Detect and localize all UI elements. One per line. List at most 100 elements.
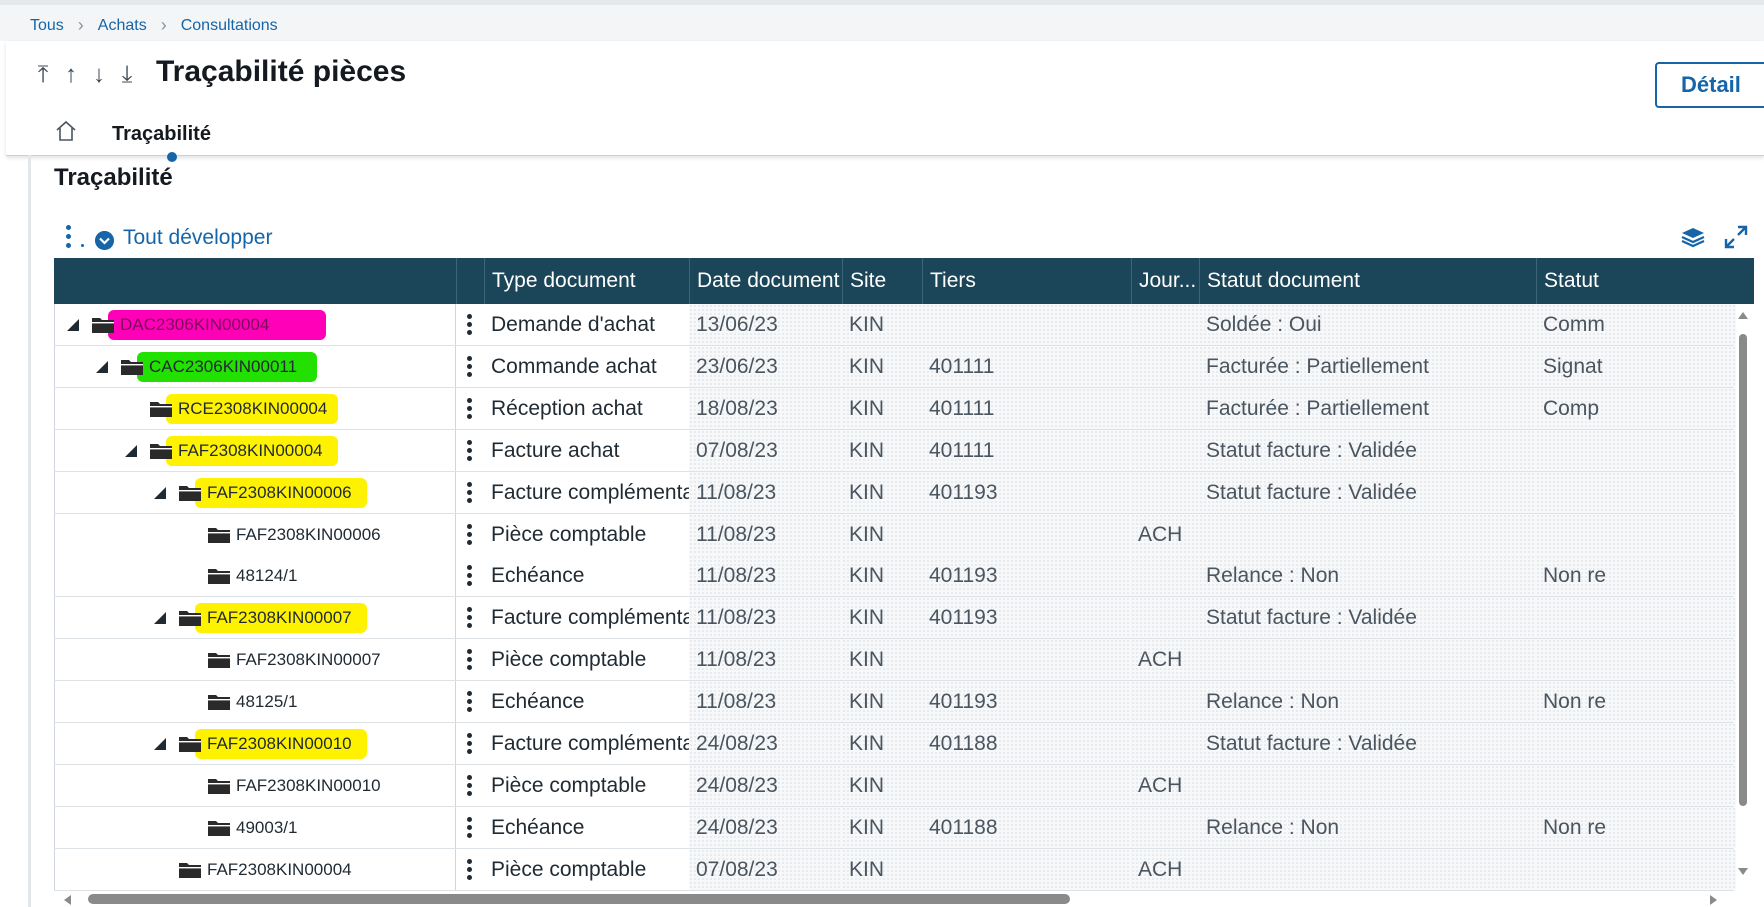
document-code-link[interactable]: FAF2308KIN00007 [207, 608, 352, 628]
breadcrumb-achats[interactable]: Achats [98, 17, 147, 35]
row-menu-icon[interactable] [467, 858, 472, 883]
document-code-link[interactable]: 49003/1 [236, 818, 297, 838]
row-menu-icon[interactable] [467, 565, 472, 589]
collapse-toggle-icon[interactable] [154, 612, 166, 625]
next-record-icon[interactable]: ↓ [89, 61, 109, 89]
document-code-link[interactable]: FAF2308KIN00006 [207, 483, 352, 503]
cell-statut: Non re [1536, 555, 1736, 597]
scroll-down-arrow-icon[interactable] [1738, 868, 1748, 875]
document-code-link[interactable]: DAC2306KIN00004 [120, 315, 269, 335]
cell-statut [1536, 639, 1736, 681]
column-tree[interactable] [54, 258, 456, 304]
document-code-link[interactable]: RCE2308KIN00004 [178, 399, 327, 419]
table-row[interactable]: FAF2308KIN00010 Pièce comptable 24/08/23 KI… [54, 764, 1736, 807]
scroll-up-arrow-icon[interactable] [1738, 312, 1748, 319]
document-code-link[interactable]: FAF2308KIN00007 [236, 650, 381, 670]
table-row[interactable]: FAF2308KIN00006 Facture complémentai 11/08… [54, 471, 1736, 514]
breadcrumb-tous[interactable]: Tous [30, 17, 64, 35]
cell-tiers: 401193 [922, 555, 1131, 597]
column-statut-document[interactable]: Statut document [1199, 258, 1536, 304]
table-row[interactable]: FAF2308KIN00010 Facture complémentai 24/08… [54, 723, 1736, 765]
layers-icon[interactable] [1680, 224, 1706, 250]
document-code-link[interactable]: FAF2308KIN00006 [236, 525, 381, 545]
column-statut[interactable]: Statut [1536, 258, 1754, 304]
document-code-link[interactable]: FAF2308KIN00004 [207, 860, 352, 880]
cell-type-document: Pièce comptable [484, 764, 689, 806]
column-journal[interactable]: Jour... [1131, 258, 1199, 304]
column-site[interactable]: Site [842, 258, 922, 304]
table-row[interactable]: CAC2306KIN00011 Commande achat 23/06/23 KIN… [54, 345, 1736, 388]
cell-statut [1536, 429, 1736, 471]
row-menu-icon[interactable] [467, 733, 472, 757]
cell-statut: Non re [1536, 681, 1736, 723]
last-record-icon[interactable]: ⤓ [117, 61, 137, 89]
row-menu-icon[interactable] [467, 314, 472, 338]
row-menu-icon[interactable] [467, 439, 472, 464]
table-row[interactable]: 48125/1 Echéance 11/08/23 KIN 401193 Relance … [54, 681, 1736, 724]
column-date-document[interactable]: Date document [689, 258, 842, 304]
row-menu-icon[interactable] [467, 523, 472, 548]
document-code-link[interactable]: 48124/1 [236, 566, 297, 586]
page-title: Traçabilité pièces [156, 55, 407, 88]
cell-tiers [922, 513, 1131, 555]
cell-tiers: 401111 [922, 429, 1131, 471]
table-row[interactable]: FAF2308KIN00004 Pièce comptable 07/08/23 KI… [54, 848, 1736, 891]
table-row[interactable]: DAC2306KIN00004 Demande d'achat 13/06/23 KI… [54, 304, 1736, 346]
first-record-icon[interactable]: ⤒ [33, 61, 53, 89]
cell-journal [1131, 429, 1199, 471]
table-row[interactable]: RCE2308KIN00004 Réception achat 18/08/23 KI… [54, 387, 1736, 430]
folder-icon [179, 611, 201, 627]
column-type-document[interactable]: Type document [484, 258, 689, 304]
collapse-toggle-icon[interactable] [125, 444, 137, 457]
table-row[interactable]: FAF2308KIN00007 Pièce comptable 11/08/23 KI… [54, 639, 1736, 682]
table-row[interactable]: FAF2308KIN00007 Facture complémentai 11/08… [54, 597, 1736, 640]
row-menu-icon[interactable] [467, 397, 472, 422]
collapse-toggle-icon[interactable] [154, 486, 166, 499]
home-icon[interactable] [54, 119, 78, 143]
document-code-link[interactable]: CAC2306KIN00011 [149, 357, 297, 377]
table-row[interactable]: FAF2308KIN00004 Facture achat 07/08/23 KIN 4… [54, 429, 1736, 472]
tab-tracabilite[interactable]: Traçabilité [112, 123, 211, 146]
row-menu-cell [456, 387, 485, 429]
cell-journal [1131, 806, 1199, 848]
traceability-grid: Type document Date document Site Tiers J… [54, 258, 1754, 907]
cell-statut: Signat [1536, 345, 1736, 387]
scroll-right-arrow-icon[interactable] [1710, 895, 1717, 905]
row-menu-icon[interactable] [467, 691, 472, 715]
row-menu-cell [456, 806, 485, 848]
breadcrumb-consultations[interactable]: Consultations [181, 17, 278, 35]
cell-date-document: 24/08/23 [689, 806, 842, 848]
previous-record-icon[interactable]: ↑ [61, 61, 81, 89]
chevron-down-icon[interactable] [95, 231, 114, 250]
table-row[interactable]: FAF2308KIN00006 Pièce comptable 11/08/23 KI… [54, 513, 1736, 556]
folder-icon [208, 695, 230, 711]
row-menu-icon[interactable] [467, 774, 472, 799]
row-menu-icon[interactable] [467, 481, 472, 506]
table-row[interactable]: 49003/1 Echéance 24/08/23 KIN 401188 Relance … [54, 806, 1736, 849]
scroll-left-arrow-icon[interactable] [64, 895, 71, 905]
document-code-link[interactable]: FAF2308KIN00010 [236, 776, 381, 796]
grid-menu-icon[interactable] [66, 225, 72, 251]
row-menu-icon[interactable] [467, 816, 472, 841]
chevron-right-icon: › [77, 15, 84, 35]
horizontal-scroll-thumb[interactable] [88, 894, 1070, 904]
row-menu-icon[interactable] [467, 649, 472, 673]
row-menu-icon[interactable] [467, 607, 472, 631]
column-tiers[interactable]: Tiers [922, 258, 1131, 304]
fullscreen-icon[interactable] [1723, 224, 1749, 250]
document-code-link[interactable]: 48125/1 [236, 692, 297, 712]
collapse-toggle-icon[interactable] [154, 738, 166, 750]
detail-button[interactable]: Détail [1655, 62, 1764, 108]
document-code-link[interactable]: FAF2308KIN00010 [207, 734, 352, 754]
expand-all-link[interactable]: Tout développer [123, 226, 272, 250]
cell-tiers: 401193 [922, 681, 1131, 723]
collapse-toggle-icon[interactable] [67, 319, 79, 331]
column-menu [456, 258, 484, 304]
collapse-toggle-icon[interactable] [96, 360, 108, 373]
document-code-link[interactable]: FAF2308KIN00004 [178, 441, 323, 461]
page-header: ⤒ ↑ ↓ ⤓ Traçabilité pièces Détail Traçab… [6, 41, 1764, 162]
record-navigation: ⤒ ↑ ↓ ⤓ [33, 61, 137, 89]
vertical-scroll-thumb[interactable] [1739, 334, 1747, 806]
row-menu-icon[interactable] [467, 355, 472, 380]
table-row[interactable]: 48124/1 Echéance 11/08/23 KIN 401193 Relance … [54, 555, 1736, 598]
